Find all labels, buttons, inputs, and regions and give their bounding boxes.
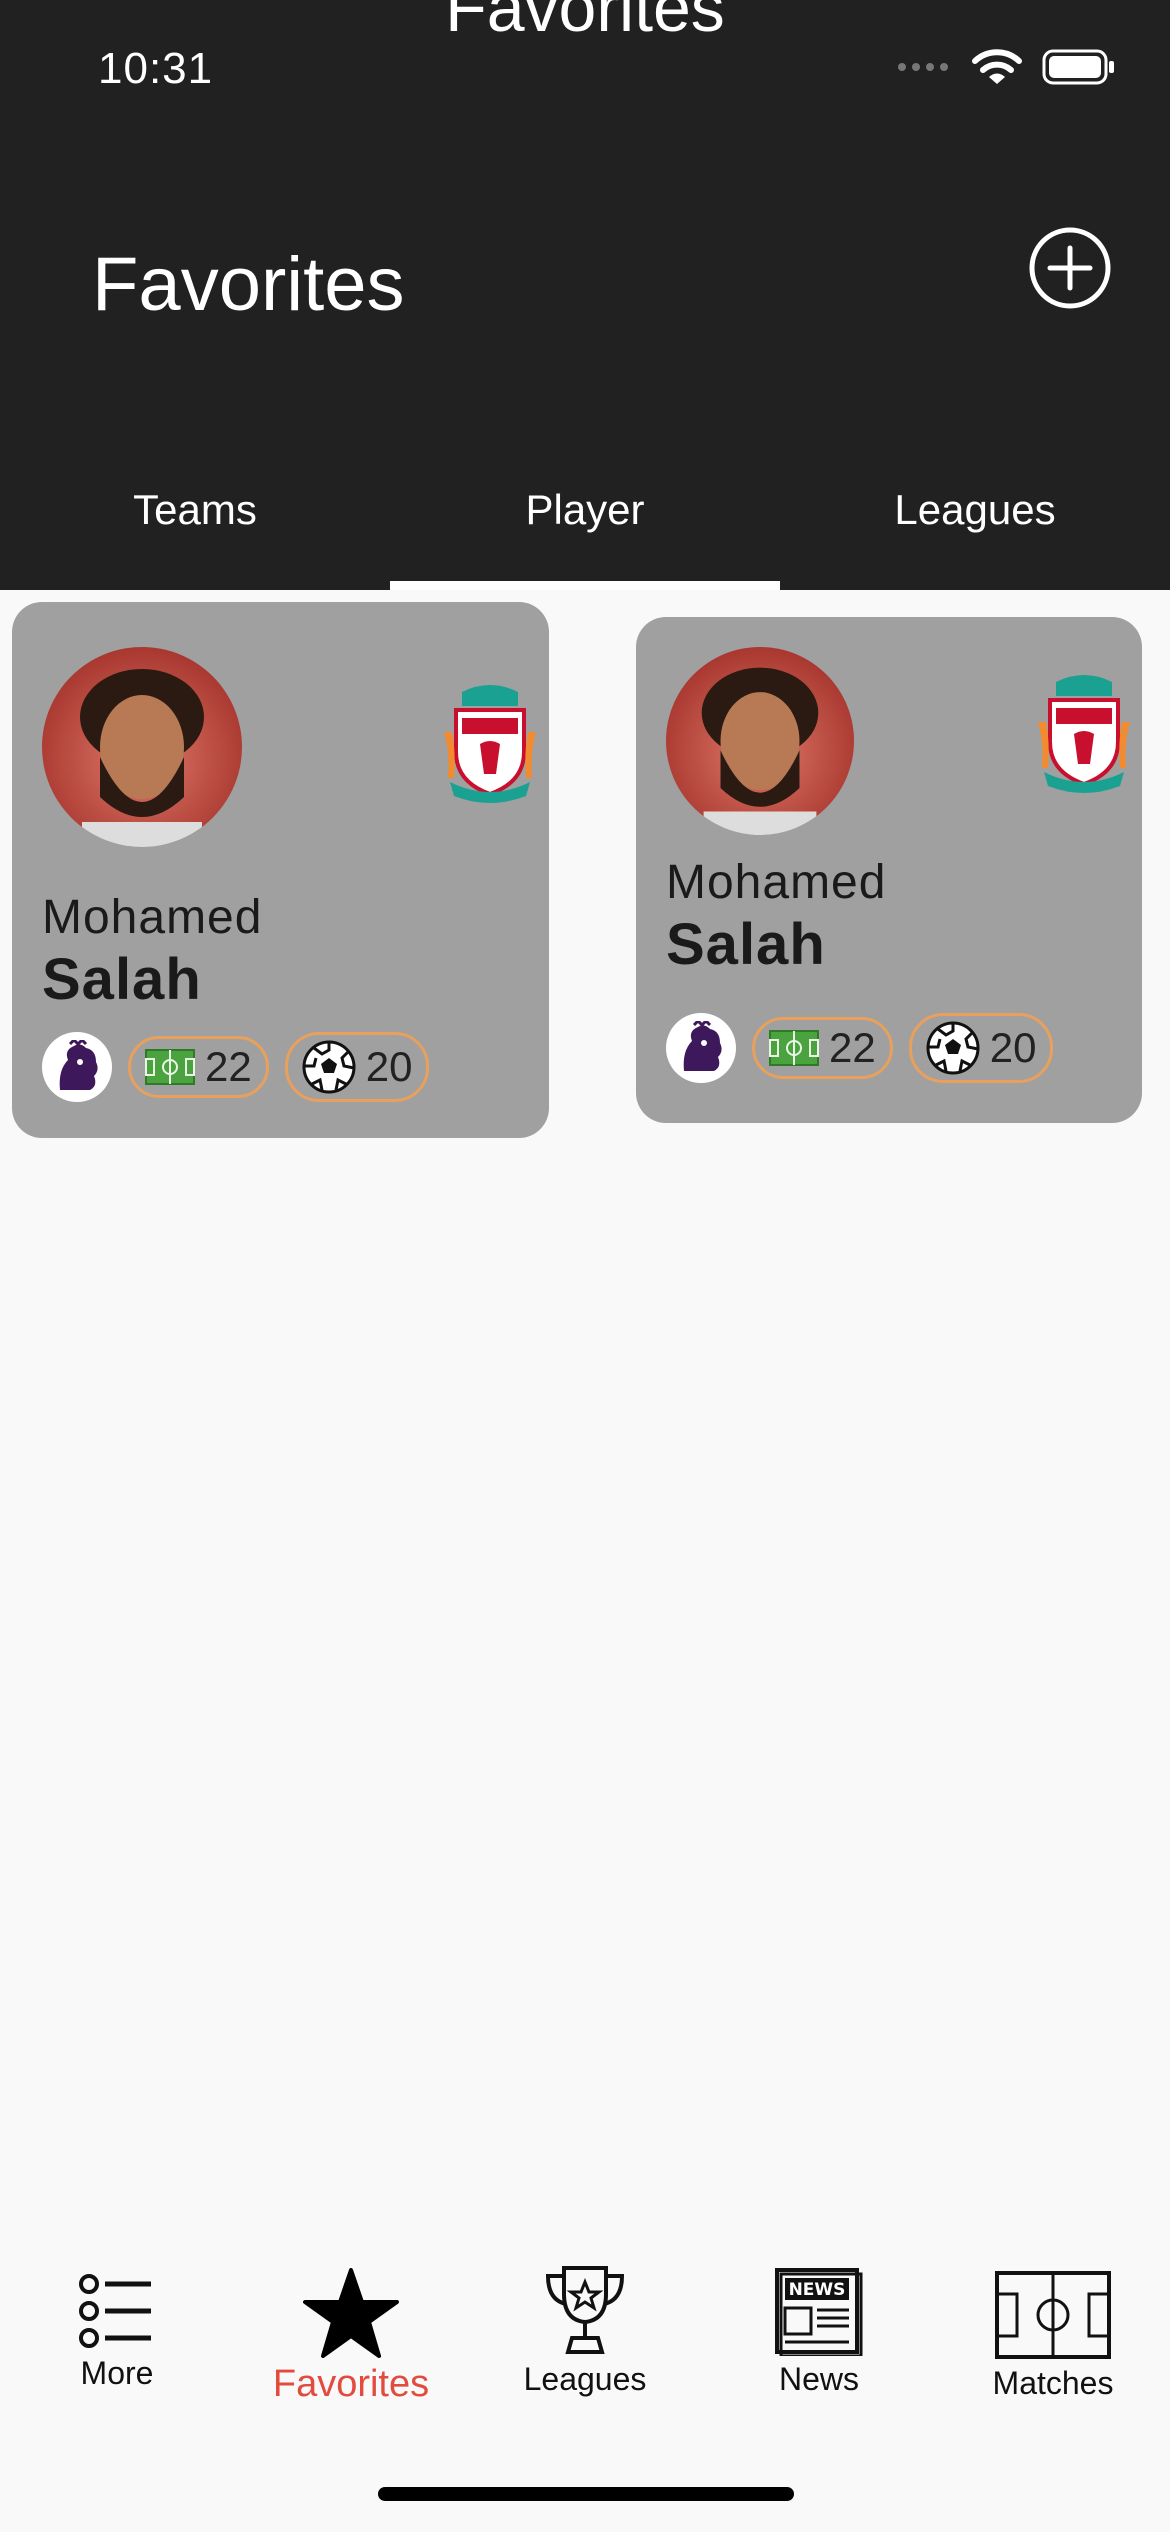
goals-value: 20 — [989, 1024, 1037, 1071]
svg-text:NEWS: NEWS — [789, 2280, 846, 2300]
goals-value: 20 — [365, 1043, 413, 1090]
header: Favorites 10:31 Favorites Teams Player L… — [0, 0, 1170, 590]
tabbar-item-news[interactable]: NEWS News — [702, 2266, 936, 2398]
page-title: Favorites — [92, 242, 405, 327]
tabbar-item-more[interactable]: More — [0, 2272, 234, 2392]
trophy-icon — [545, 2266, 625, 2354]
add-icon[interactable] — [1028, 226, 1112, 310]
tabbar-label: Matches — [992, 2365, 1114, 2401]
football-icon — [302, 1040, 356, 1094]
club-crest-icon — [444, 685, 536, 803]
wifi-icon — [972, 49, 1022, 84]
tabbar-label: Favorites — [272, 2363, 430, 2405]
tab-leagues[interactable]: Leagues — [780, 470, 1170, 590]
goals-pill: 20 — [284, 1032, 430, 1102]
tabbar-label: More — [80, 2355, 154, 2391]
player-card[interactable]: Mohamed Salah 22 20 — [636, 617, 1142, 1123]
club-crest-icon — [1038, 675, 1130, 793]
premier-league-icon — [42, 1032, 112, 1102]
signal-icon — [898, 63, 948, 71]
player-last-name: Salah — [42, 947, 202, 1012]
pitch-icon — [769, 1030, 819, 1066]
player-first-name: Mohamed — [42, 891, 263, 944]
appearances-value: 22 — [829, 1024, 876, 1071]
list-icon — [79, 2274, 151, 2348]
pitch-icon — [995, 2271, 1111, 2359]
appearances-pill: 22 — [752, 1017, 893, 1079]
pitch-icon — [145, 1049, 195, 1085]
goals-pill: 20 — [908, 1013, 1054, 1083]
battery-icon — [1042, 49, 1114, 85]
status-time: 10:31 — [98, 44, 214, 93]
football-icon — [926, 1021, 980, 1075]
tabbar-label: News — [778, 2361, 859, 2397]
player-first-name: Mohamed — [666, 856, 887, 909]
tab-teams[interactable]: Teams — [0, 470, 390, 590]
home-indicator — [378, 2487, 794, 2501]
player-avatar — [42, 647, 242, 847]
star-icon — [303, 2268, 399, 2358]
tabbar-item-matches[interactable]: Matches — [936, 2270, 1170, 2402]
premier-league-icon — [666, 1013, 736, 1083]
tab-player[interactable]: Player — [390, 470, 780, 590]
player-stats: 22 20 — [42, 1032, 430, 1102]
large-title-peek: Favorites — [445, 0, 725, 46]
tabbar-item-favorites[interactable]: Favorites — [234, 2268, 468, 2406]
status-icons — [896, 48, 1116, 86]
player-last-name: Salah — [666, 912, 826, 977]
player-stats: 22 20 — [666, 1013, 1054, 1083]
tabbar-item-leagues[interactable]: Leagues — [468, 2264, 702, 2398]
segment-tabs: Teams Player Leagues — [0, 470, 1170, 590]
newspaper-icon: NEWS — [775, 2268, 863, 2358]
appearances-value: 22 — [205, 1043, 252, 1090]
player-card[interactable]: Mohamed Salah 22 20 — [12, 602, 549, 1138]
tabbar-label: Leagues — [523, 2361, 647, 2397]
player-avatar — [666, 647, 854, 835]
appearances-pill: 22 — [128, 1036, 269, 1098]
